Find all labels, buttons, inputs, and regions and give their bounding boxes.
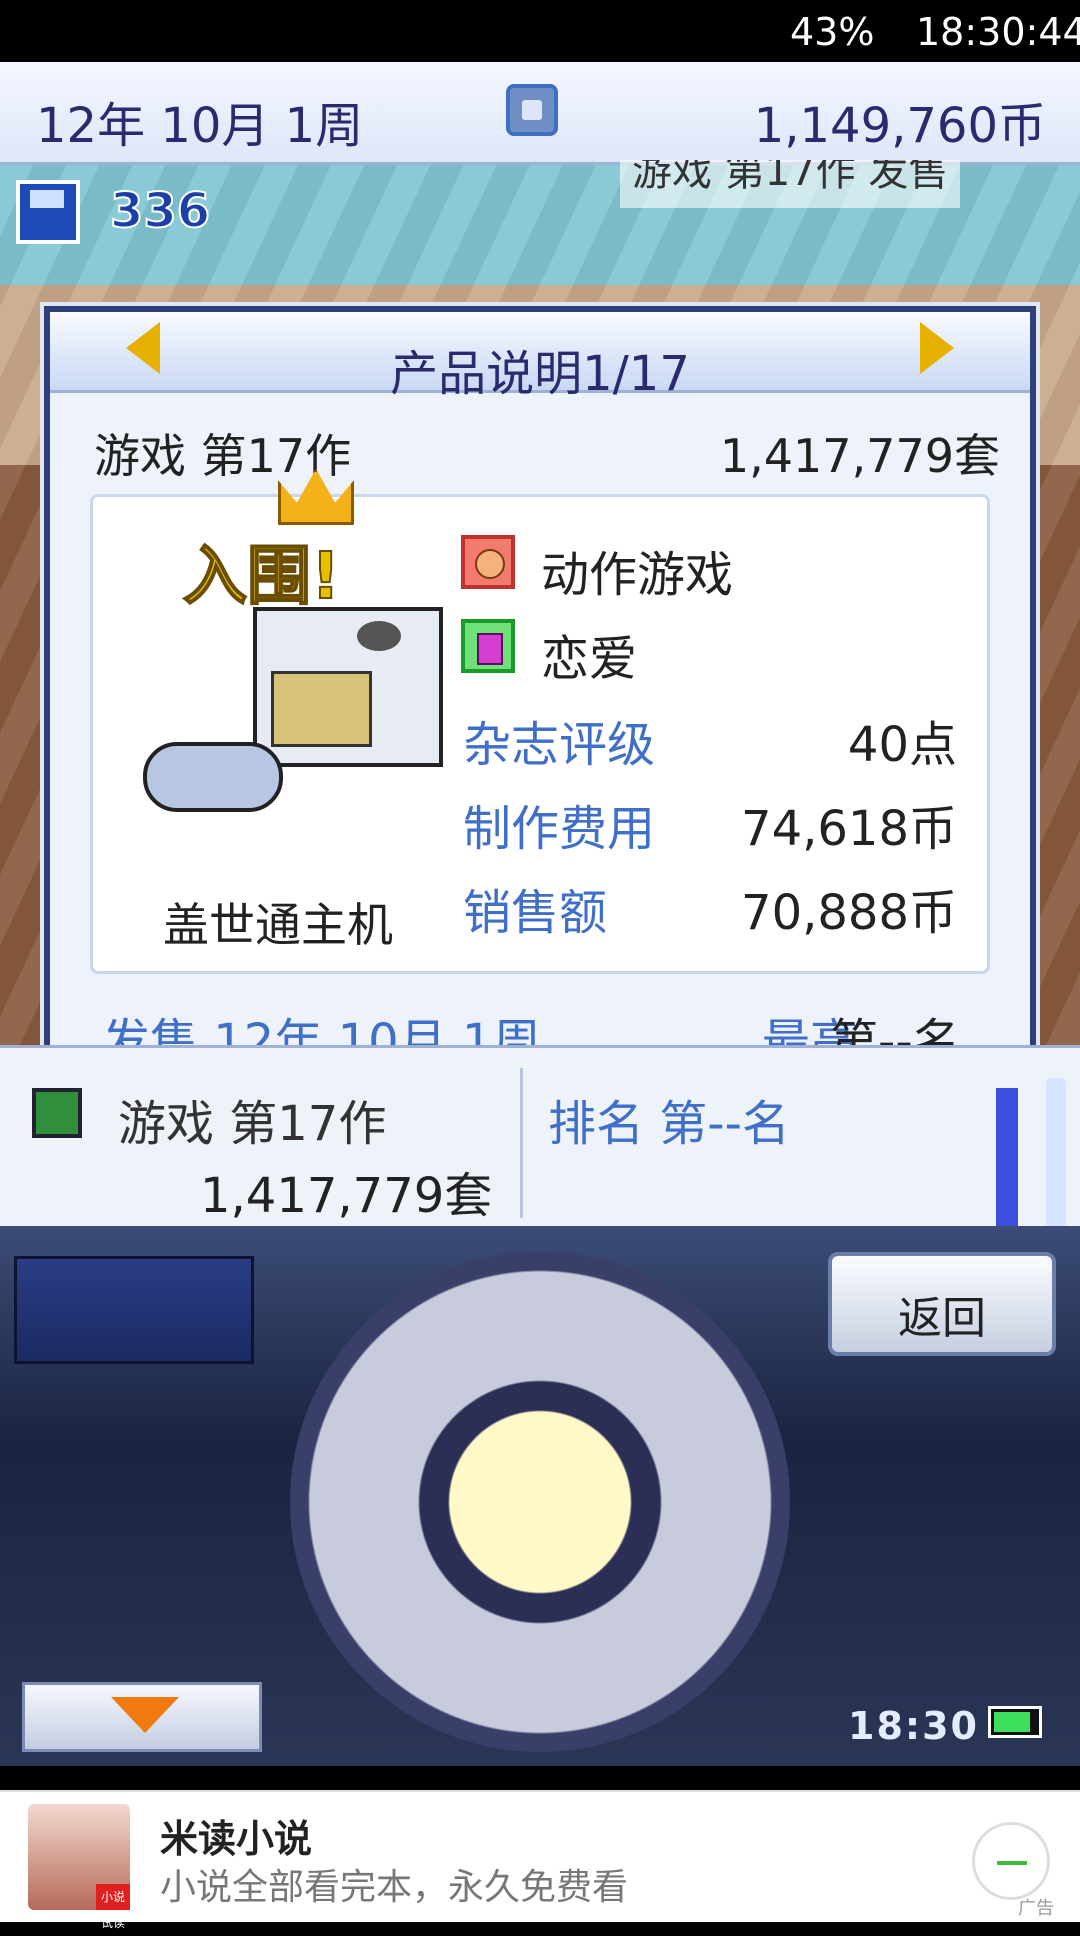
game-date: 12年 10月 1周 bbox=[36, 98, 364, 154]
list-game-name: 游戏 第17作 bbox=[118, 1096, 387, 1152]
dpad-up-button[interactable] bbox=[480, 1266, 600, 1376]
cost-value: 74,618币 bbox=[741, 801, 957, 857]
info-slot bbox=[14, 1256, 254, 1364]
dpad-right-button[interactable] bbox=[660, 1446, 780, 1556]
action-game-icon bbox=[461, 535, 515, 589]
game-clock: 18:30 bbox=[848, 1704, 979, 1748]
list-divider bbox=[520, 1068, 523, 1218]
sales-value: 70,888币 bbox=[741, 885, 957, 941]
status-bar: 43% 18:30:44 bbox=[0, 0, 1080, 62]
save-icon[interactable] bbox=[16, 180, 80, 244]
rank-bar bbox=[996, 1088, 1018, 1228]
back-button-label: 返回 bbox=[898, 1293, 986, 1344]
back-button[interactable]: 返回 bbox=[828, 1252, 1056, 1356]
genre-label: 动作游戏 bbox=[541, 547, 734, 603]
controller-image bbox=[143, 742, 283, 812]
product-info-dialog: 产品说明1/17 游戏 第17作 1,417,779套 入围! 盖世通主机 动作… bbox=[44, 306, 1036, 1076]
list-units: 1,417,779套 bbox=[200, 1168, 493, 1224]
ad-tag: 广告 bbox=[1018, 1898, 1054, 1919]
units-sold: 1,417,779套 bbox=[719, 429, 1000, 483]
save-count: 336 bbox=[109, 182, 211, 240]
ad-banner[interactable]: 小说试读 米读小说 小说全部看完本，永久免费看 bbox=[0, 1790, 1080, 1930]
scene-banner: 游戏 第17作 发售 bbox=[620, 160, 961, 208]
game-thumbnail-icon bbox=[32, 1088, 82, 1138]
down-arrow-icon[interactable] bbox=[22, 1682, 262, 1752]
dpad-center-button[interactable] bbox=[415, 1376, 665, 1626]
ad-description: 小说全部看完本，永久免费看 bbox=[160, 1867, 629, 1908]
list-rank: 排名 第--名 bbox=[548, 1096, 790, 1152]
list-scrollbar[interactable] bbox=[1046, 1078, 1066, 1228]
battery-percent: 43% bbox=[790, 10, 875, 54]
console-image bbox=[253, 607, 443, 767]
rating-value: 40点 bbox=[847, 717, 957, 773]
dialog-header: 产品说明1/17 bbox=[50, 312, 1030, 402]
sales-label: 销售额 bbox=[463, 885, 608, 941]
rating-label: 杂志评级 bbox=[463, 717, 656, 773]
camera-icon[interactable] bbox=[506, 84, 558, 136]
money-counter: 1,149,760币 bbox=[753, 98, 1046, 154]
controller-panel: 返回 18:30 bbox=[0, 1226, 1080, 1766]
product-detail-card: 入围! 盖世通主机 动作游戏 恋爱 杂志评级 40点 制作费用 74,618币 … bbox=[90, 469, 990, 974]
next-arrow-icon[interactable] bbox=[920, 322, 954, 374]
theme-label: 恋爱 bbox=[541, 631, 638, 687]
ad-title: 米读小说 bbox=[160, 1817, 313, 1861]
dpad-down-button[interactable] bbox=[480, 1626, 600, 1736]
romance-icon bbox=[461, 619, 515, 673]
game-list[interactable]: 游戏 第17作 1,417,779套 排名 第--名 bbox=[0, 1045, 1080, 1231]
dpad-left-button[interactable] bbox=[300, 1446, 420, 1556]
cost-label: 制作费用 bbox=[463, 801, 656, 857]
dialog-title: 产品说明1/17 bbox=[390, 346, 690, 402]
platform-name: 盖世通主机 bbox=[163, 898, 393, 952]
award-label: 入围! bbox=[182, 539, 341, 615]
battery-icon bbox=[988, 1706, 1042, 1738]
ad-badge: 小说试读 bbox=[96, 1884, 130, 1930]
system-time: 18:30:44 bbox=[916, 10, 1080, 54]
ad-close-button[interactable] bbox=[972, 1822, 1050, 1900]
